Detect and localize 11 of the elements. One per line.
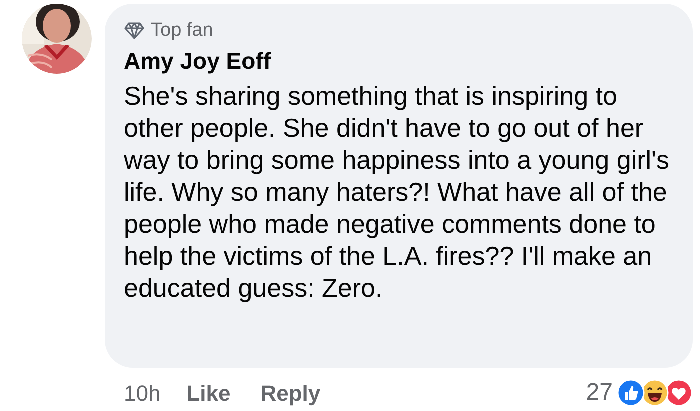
timestamp[interactable]: 10h	[124, 376, 161, 410]
top-fan-label: Top fan	[151, 18, 214, 43]
action-link[interactable]: Reply	[260, 376, 321, 410]
comment-text: She's sharing something that is inspiring to other people. She didn't have to go out of her way to bring some happiness into a young girl's life. Why so many haters?! What have all of the people who made negative comments done to help the victims of the L.A. fires?? I'll make an educated guess: Zero.	[124, 80, 670, 304]
heart-reaction-icon[interactable]	[665, 379, 693, 407]
action-link[interactable]: Like	[186, 376, 231, 410]
like-reaction-icon[interactable]	[617, 379, 645, 407]
reaction-count[interactable]: 27	[586, 375, 613, 411]
diamond-icon	[124, 22, 145, 40]
laugh-reaction-icon[interactable]	[641, 379, 669, 407]
author-name[interactable]: Amy Joy Eoff	[124, 48, 271, 74]
